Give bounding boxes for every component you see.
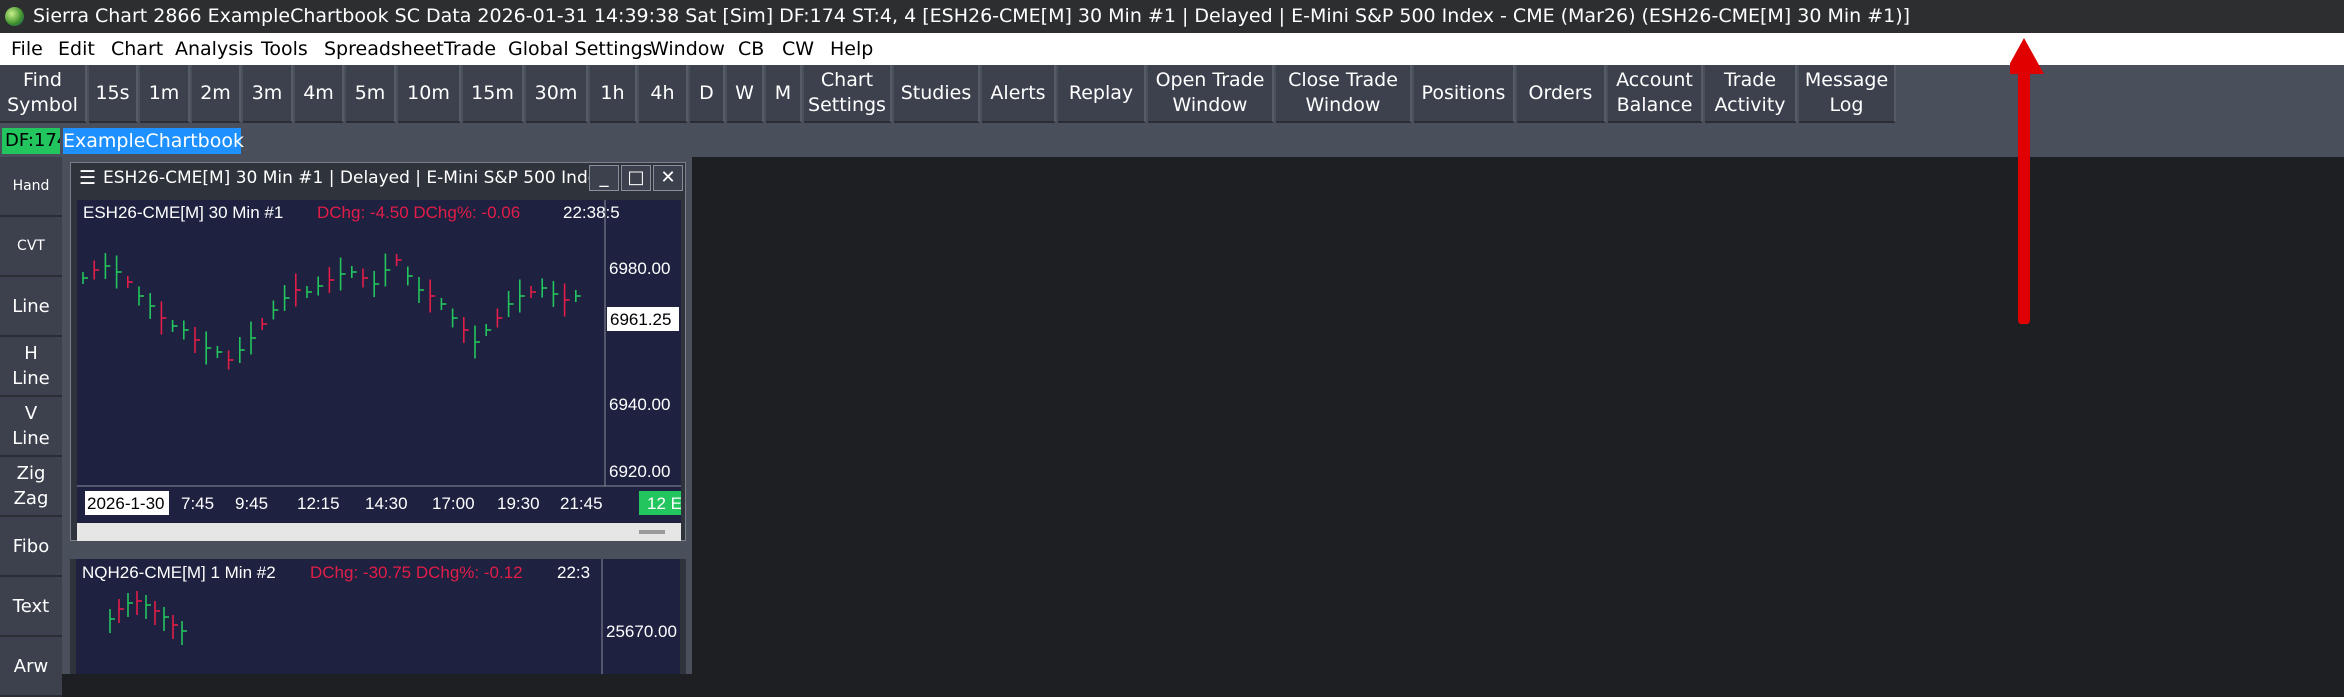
chart-header-time: 22:38:5 — [563, 203, 620, 222]
menu-bar: File Edit Chart Analysis Tools Spreadshe… — [0, 33, 2344, 65]
chart-windows-area: ☰ ESH26-CME[M] 30 Min #1 | Delayed | E-M… — [64, 157, 692, 674]
message-log-button[interactable]: Message Log — [1799, 65, 1896, 123]
scrollbar-grip[interactable] — [639, 530, 665, 534]
chart-settings-button[interactable]: Chart Settings — [804, 65, 892, 123]
horizontal-line-tool-button[interactable]: H Line — [0, 337, 62, 397]
trade-activity-button[interactable]: Trade Activity — [1705, 65, 1797, 123]
chart-window-esh26[interactable]: ☰ ESH26-CME[M] 30 Min #1 | Delayed | E-M… — [70, 162, 686, 541]
time-label-1930: 19:30 — [497, 494, 540, 513]
title-bar: Sierra Chart 2866 ExampleChartbook SC Da… — [0, 0, 2344, 33]
arrow-tool-button[interactable]: Arw — [0, 637, 62, 697]
account-balance-button[interactable]: Account Balance — [1608, 65, 1703, 123]
zig-zag-tool-button[interactable]: Zig Zag — [0, 457, 62, 517]
interval-15m-button[interactable]: 15m — [463, 65, 524, 123]
arrow-head-icon — [2010, 38, 2044, 74]
drawing-tools-bar: Hand CVT Line H Line V Line Zig Zag Fibo… — [0, 157, 64, 697]
menu-cb[interactable]: CB — [737, 33, 765, 65]
menu-window[interactable]: Window — [649, 33, 726, 65]
chart2-header-time: 22:3 — [557, 563, 590, 582]
control-bar: Find Symbol 15s 1m 2m 3m 4m 5m 10m 15m 3… — [0, 65, 2344, 125]
positions-button[interactable]: Positions — [1414, 65, 1515, 123]
price-label-6980: 6980.00 — [609, 259, 670, 278]
chartbook-tab-bar: DF:174 ExampleChartbook — [0, 125, 2344, 157]
menu-spreadsheet[interactable]: Spreadsheet — [323, 33, 445, 65]
text-tool-button[interactable]: Text — [0, 577, 62, 637]
chart-window-nqh26[interactable]: NQH26-CME[M] 1 Min #2 DChg: -30.75 DChg%… — [70, 559, 686, 674]
window-title: Sierra Chart 2866 ExampleChartbook SC Da… — [33, 5, 1911, 27]
chart-horizontal-scrollbar[interactable] — [77, 523, 681, 541]
price-chart-2-svg: NQH26-CME[M] 1 Min #2 DChg: -30.75 DChg%… — [82, 559, 677, 674]
chart-header-symbol: ESH26-CME[M] 30 Min #1 — [83, 203, 283, 222]
interval-10m-button[interactable]: 10m — [398, 65, 461, 123]
open-trade-window-button[interactable]: Open Trade Window — [1148, 65, 1274, 123]
interval-2m-button[interactable]: 2m — [192, 65, 241, 123]
hamburger-menu-icon[interactable]: ☰ — [79, 163, 96, 193]
chart2-price-label: 25670.00 — [606, 622, 677, 641]
chart-window-title: ESH26-CME[M] 30 Min #1 | Delayed | E-Min… — [103, 168, 593, 188]
interval-3m-button[interactable]: 3m — [243, 65, 293, 123]
menu-cw[interactable]: CW — [781, 33, 815, 65]
chart2-header-change: DChg: -30.75 DChg%: -0.12 — [310, 563, 523, 582]
close-trade-window-button[interactable]: Close Trade Window — [1276, 65, 1412, 123]
interval-w-button[interactable]: W — [727, 65, 764, 123]
price-chart-esh26[interactable]: ESH26-CME[M] 30 Min #1 DChg: -4.50 DChg%… — [77, 200, 682, 523]
interval-4h-button[interactable]: 4h — [639, 65, 688, 123]
find-symbol-button[interactable]: Find Symbol — [0, 65, 87, 123]
price-label-6920: 6920.00 — [609, 462, 670, 481]
time-label-1430: 14:30 — [365, 494, 408, 513]
close-icon[interactable]: ✕ — [653, 165, 683, 191]
interval-1m-button[interactable]: 1m — [140, 65, 190, 123]
red-arrow-annotation — [2010, 38, 2044, 324]
price-bars — [82, 253, 581, 370]
alerts-button[interactable]: Alerts — [982, 65, 1056, 123]
time-label-1215: 12:15 — [297, 494, 340, 513]
chartbook-tab[interactable]: ExampleChartbook — [63, 128, 244, 154]
interval-5m-button[interactable]: 5m — [346, 65, 396, 123]
menu-help[interactable]: Help — [829, 33, 874, 65]
maximize-icon[interactable]: □ — [621, 165, 651, 191]
time-label-2145: 21:45 — [560, 494, 603, 513]
empty-workspace — [692, 157, 2344, 674]
menu-tools[interactable]: Tools — [260, 33, 309, 65]
bar-count-label: 12 E — [647, 494, 681, 513]
replay-button[interactable]: Replay — [1058, 65, 1146, 123]
sierra-chart-app-icon — [5, 7, 24, 26]
menu-file[interactable]: File — [10, 33, 44, 65]
interval-4m-button[interactable]: 4m — [295, 65, 344, 123]
last-price-label: 6961.25 — [610, 310, 671, 329]
data-feed-status-tab[interactable]: DF:174 — [2, 128, 60, 154]
time-label-0745: 7:45 — [181, 494, 214, 513]
menu-trade[interactable]: Trade — [443, 33, 497, 65]
line-tool-button[interactable]: Line — [0, 277, 62, 337]
price-label-6940: 6940.00 — [609, 395, 670, 414]
menu-analysis[interactable]: Analysis — [174, 33, 254, 65]
time-label-date: 2026-1-30 — [87, 494, 165, 513]
orders-button[interactable]: Orders — [1517, 65, 1606, 123]
interval-m-button[interactable]: M — [766, 65, 802, 123]
interval-30m-button[interactable]: 30m — [526, 65, 588, 123]
price-chart-svg: ESH26-CME[M] 30 Min #1 DChg: -4.50 DChg%… — [77, 200, 682, 515]
studies-button[interactable]: Studies — [894, 65, 980, 123]
menu-edit[interactable]: Edit — [57, 33, 96, 65]
price-chart-nqh26[interactable]: NQH26-CME[M] 1 Min #2 DChg: -30.75 DChg%… — [76, 559, 680, 674]
interval-15s-button[interactable]: 15s — [89, 65, 138, 123]
fibonacci-tool-button[interactable]: Fibo — [0, 517, 62, 577]
vertical-line-tool-button[interactable]: V Line — [0, 397, 62, 457]
interval-d-button[interactable]: D — [690, 65, 725, 123]
cvt-tool-button[interactable]: CVT — [0, 217, 62, 277]
minimize-icon[interactable]: _ — [589, 165, 619, 191]
menu-chart[interactable]: Chart — [110, 33, 164, 65]
chart-window-title-bar[interactable]: ☰ ESH26-CME[M] 30 Min #1 | Delayed | E-M… — [71, 163, 685, 193]
price-bars-2 — [109, 591, 187, 645]
time-label-0945: 9:45 — [235, 494, 268, 513]
hand-tool-button[interactable]: Hand — [0, 157, 62, 217]
chart-header-change: DChg: -4.50 DChg%: -0.06 — [317, 203, 520, 222]
time-label-1700: 17:00 — [432, 494, 475, 513]
menu-global-settings[interactable]: Global Settings — [507, 33, 654, 65]
interval-1h-button[interactable]: 1h — [590, 65, 637, 123]
chart2-header-symbol: NQH26-CME[M] 1 Min #2 — [82, 563, 276, 582]
